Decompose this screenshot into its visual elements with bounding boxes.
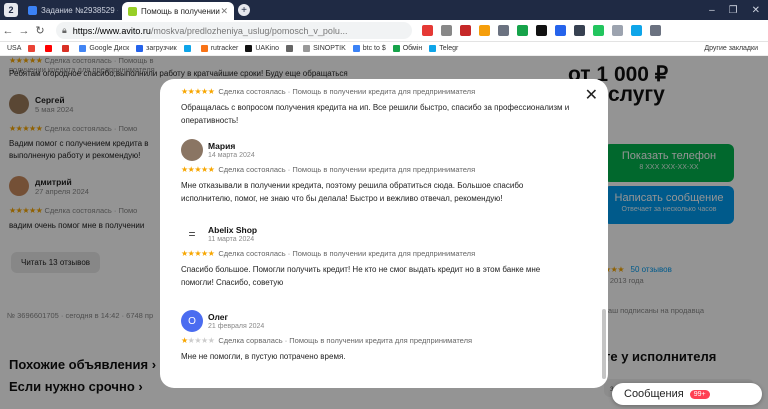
close-tab-icon[interactable]: ✕ [220, 6, 228, 17]
tab-avito[interactable]: Помощь в получении ✕ [122, 2, 234, 20]
messages-button[interactable]: Сообщения 99+ [612, 383, 762, 405]
new-tab-button[interactable]: + [238, 4, 250, 16]
tab-count-badge[interactable]: 2 [4, 3, 18, 17]
review-date: 21 февраля 2024 [208, 323, 265, 330]
close-icon[interactable]: ✕ [585, 88, 598, 104]
reviewer-header: = Abelix Shop 11 марта 2024 [181, 223, 571, 245]
forward-icon[interactable]: → [16, 25, 32, 37]
review-text: Мне отказывали в получении кредита, поэт… [181, 181, 524, 203]
url-host: https://www.avito.ru [72, 25, 151, 36]
extensions-menu-icon[interactable] [650, 25, 661, 36]
extension-icon[interactable] [555, 25, 566, 36]
bookmark-item[interactable] [286, 45, 296, 52]
avatar: O [181, 310, 203, 332]
tab-label: Помощь в получении [141, 6, 220, 16]
review-meta: ★★★★★ Сделка состоялась · Помощь в получ… [181, 87, 476, 96]
extension-icon[interactable] [593, 25, 604, 36]
maximize-icon[interactable]: ❐ [729, 5, 738, 16]
extension-icon[interactable] [631, 25, 642, 36]
bookmark-item[interactable] [45, 45, 55, 52]
review-meta: ★★★★★ Сделка состоялась · Помощь в получ… [181, 165, 476, 174]
reviewer-name: Мария [208, 141, 236, 151]
tab-label: Задание №2938529 · про [41, 5, 118, 15]
review-item: Мария 14 марта 2024 ★★★★★ Сделка состоял… [181, 139, 571, 205]
rating-stars: ★★★★★ [181, 87, 215, 96]
extension-icon[interactable] [460, 25, 471, 36]
reload-icon[interactable]: ↻ [32, 24, 48, 37]
bookmark-item[interactable] [28, 45, 38, 52]
modal-scrollbar[interactable] [602, 309, 606, 379]
bookmark-item[interactable]: Google Диск [79, 45, 129, 52]
reviewer-name: Олег [208, 312, 229, 322]
review-date: 11 марта 2024 [208, 236, 255, 243]
rating-stars: ★★★★★ [181, 165, 215, 174]
rating-stars: ★★★★★ [181, 336, 215, 345]
avito-favicon [128, 6, 137, 16]
reviewer-header: Мария 14 марта 2024 [181, 139, 571, 161]
reviews-modal: ✕ ★★★★★ Сделка состоялась · Помощь в пол… [160, 79, 608, 388]
url-field[interactable]: 🔒︎ https://www.avito.ru /moskva/predlozh… [56, 22, 412, 39]
back-icon[interactable]: ← [0, 25, 16, 37]
tab-task[interactable]: Задание №2938529 · про [22, 1, 118, 19]
extension-icon[interactable] [612, 25, 623, 36]
extension-icon[interactable] [479, 25, 490, 36]
review-meta: ★★★★★ Сделка состоялась · Помощь в получ… [181, 249, 476, 258]
review-meta: ★★★★★ Сделка сорвалась · Помощь в получе… [181, 336, 473, 345]
browser-tab-bar: 2 Задание №2938529 · про Помощь в получе… [0, 0, 768, 20]
abelix-logo-icon: = [181, 223, 203, 245]
url-path: /moskva/predlozheniya_uslug/pomosch_v_po… [150, 25, 348, 36]
extensions-bar [422, 25, 661, 36]
extension-icon[interactable] [422, 25, 433, 36]
bookmark-item[interactable]: SINOPTIK [303, 45, 346, 52]
review-text: Мне не помогли, в пустую потрачено время… [181, 352, 346, 361]
tab-favicon [28, 5, 37, 15]
bookmarks-bar: USA Google Диск загрузчик rutracker UAKi… [0, 42, 768, 56]
reviewer-name: Abelix Shop [208, 225, 258, 235]
lock-icon: 🔒︎ [62, 25, 67, 35]
review-date: 14 марта 2024 [208, 152, 255, 159]
address-bar: ← → ↻ 🔒︎ https://www.avito.ru /moskva/pr… [0, 20, 768, 42]
bookmark-item[interactable]: rutracker [200, 45, 238, 52]
extension-icon[interactable] [498, 25, 509, 36]
other-bookmarks[interactable]: Другие закладки [704, 45, 768, 52]
window-controls: – ❐ ✕ [709, 5, 768, 16]
bookmark-item[interactable]: Telegr [429, 45, 458, 52]
extension-icon[interactable] [441, 25, 452, 36]
bookmark-item[interactable]: загрузчик [136, 45, 177, 52]
reviewer-header: O Олег 21 февраля 2024 [181, 310, 571, 332]
bookmark-item[interactable]: Обмін [392, 45, 422, 52]
bookmark-item[interactable] [183, 45, 194, 52]
close-window-icon[interactable]: ✕ [752, 5, 760, 16]
extension-icon[interactable] [536, 25, 547, 36]
bookmark-item[interactable]: UAKino [245, 45, 279, 52]
bookmark-item[interactable]: USA [7, 45, 21, 52]
extension-icon[interactable] [517, 25, 528, 36]
minimize-icon[interactable]: – [709, 5, 715, 16]
review-text: Обращалась с вопросом получения кредита … [181, 103, 570, 125]
bookmark-item[interactable] [62, 45, 72, 52]
avatar [181, 139, 203, 161]
review-item: O Олег 21 февраля 2024 ★★★★★ Сделка сорв… [181, 310, 571, 363]
messages-badge: 99+ [689, 389, 710, 399]
review-item: ★★★★★ Сделка состоялась · Помощь в получ… [181, 83, 571, 127]
review-text: Спасибо большое. Помогли получить кредит… [181, 265, 541, 287]
review-item: = Abelix Shop 11 марта 2024 ★★★★★ Сделка… [181, 223, 571, 289]
extension-icon[interactable] [574, 25, 585, 36]
rating-stars: ★★★★★ [181, 249, 215, 258]
bookmark-item[interactable]: btc to $ [352, 45, 386, 52]
